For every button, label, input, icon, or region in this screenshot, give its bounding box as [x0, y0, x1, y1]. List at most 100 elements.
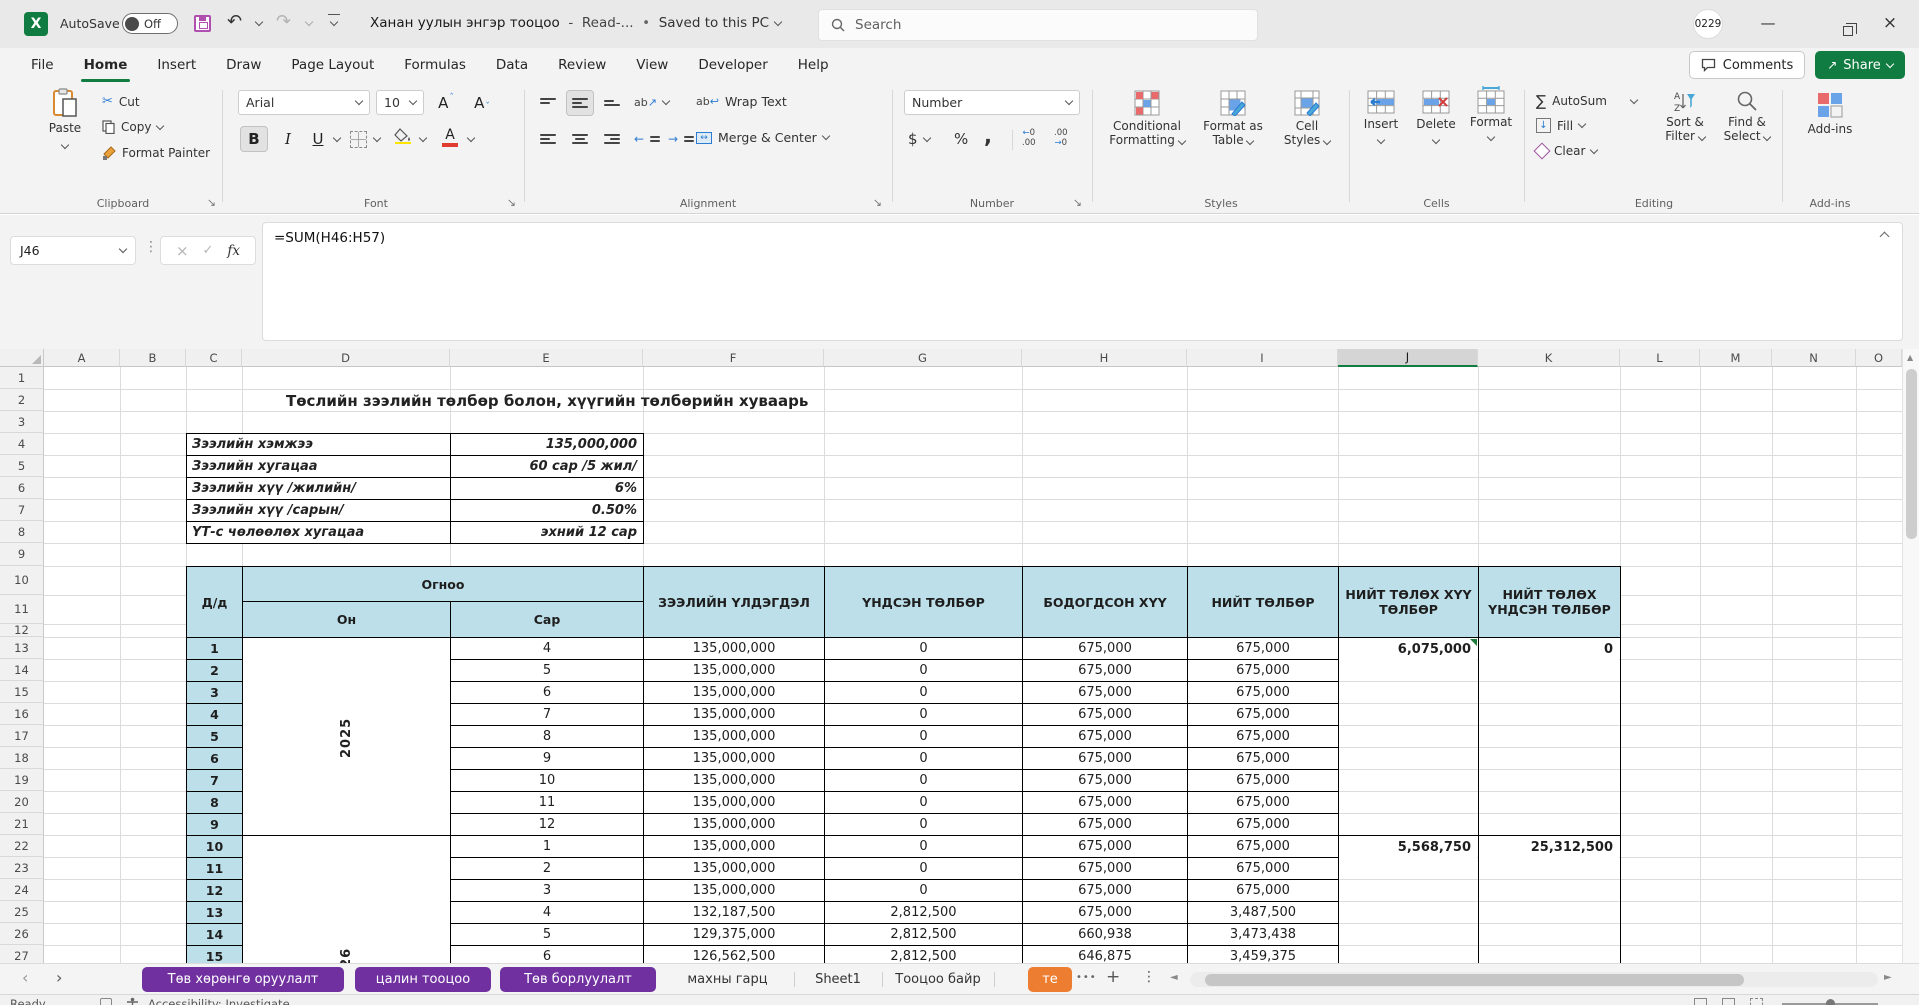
- cell-total[interactable]: 675,000: [1187, 637, 1339, 660]
- cell-balance[interactable]: 135,000,000: [643, 813, 825, 836]
- align-bottom-icon[interactable]: [598, 90, 626, 116]
- cell-principal[interactable]: 0: [824, 769, 1023, 792]
- find-select-button[interactable]: Find & Select: [1718, 90, 1776, 144]
- vertical-scrollbar[interactable]: ▲: [1902, 349, 1919, 963]
- cell-month[interactable]: 1: [450, 835, 644, 858]
- cell-year-principal[interactable]: 25,312,500: [1479, 836, 1619, 858]
- row-header-1[interactable]: 1: [0, 367, 44, 389]
- cell-num[interactable]: 12: [186, 879, 243, 902]
- ribbon-tab-page-layout[interactable]: Page Layout: [276, 48, 389, 82]
- avatar[interactable]: 0229: [1693, 9, 1723, 39]
- decrease-indent-icon[interactable]: ←: [634, 132, 660, 146]
- cell-principal[interactable]: 0: [824, 791, 1023, 814]
- hscroll-right-icon[interactable]: ►: [1884, 972, 1892, 983]
- row-header-4[interactable]: 4: [0, 433, 44, 455]
- cell-total[interactable]: 675,000: [1187, 725, 1339, 748]
- cell-balance[interactable]: 129,375,000: [643, 923, 825, 946]
- increase-font-button[interactable]: Aˆ: [432, 90, 460, 116]
- cell-interest[interactable]: 675,000: [1022, 703, 1188, 726]
- alignment-dialog-launcher-icon[interactable]: ↘: [873, 198, 882, 208]
- header-total-interest[interactable]: НИЙТ ТӨЛӨХ ХҮҮ ТӨЛБӨР: [1338, 566, 1479, 638]
- cell-num[interactable]: 5: [186, 725, 243, 748]
- cell-num[interactable]: 13: [186, 901, 243, 924]
- underline-button[interactable]: U: [304, 126, 332, 152]
- hscroll-left-icon[interactable]: ◄: [1170, 972, 1178, 983]
- decrease-decimal-icon[interactable]: .00→0: [1054, 128, 1068, 148]
- header-total[interactable]: НИЙТ ТӨЛБӨР: [1187, 566, 1339, 638]
- cell-month[interactable]: 3: [450, 879, 644, 902]
- row-header-25[interactable]: 25: [0, 901, 44, 923]
- row-header-24[interactable]: 24: [0, 879, 44, 901]
- cell-interest[interactable]: 675,000: [1022, 879, 1188, 902]
- cell-principal[interactable]: 0: [824, 835, 1023, 858]
- header-num[interactable]: Д/д: [186, 566, 243, 638]
- sort-filter-button[interactable]: AZ Sort & Filter: [1656, 90, 1714, 144]
- cell-month[interactable]: 7: [450, 703, 644, 726]
- cell-principal[interactable]: 0: [824, 637, 1023, 660]
- cell-year-block[interactable]: 2025: [242, 637, 451, 836]
- row-header-15[interactable]: 15: [0, 681, 44, 703]
- cell-principal[interactable]: 2,812,500: [824, 945, 1023, 963]
- column-header-O[interactable]: O: [1856, 349, 1902, 367]
- addins-button[interactable]: Add-ins: [1802, 92, 1858, 137]
- insert-function-icon[interactable]: fx: [227, 243, 240, 259]
- cell-month[interactable]: 2: [450, 857, 644, 880]
- row-header-6[interactable]: 6: [0, 477, 44, 499]
- cell-total[interactable]: 675,000: [1187, 879, 1339, 902]
- cell-total[interactable]: 3,459,375: [1187, 945, 1339, 963]
- cell-styles-button[interactable]: Cell Styles: [1276, 90, 1338, 148]
- insert-cells-button[interactable]: Insert: [1355, 90, 1407, 143]
- more-sheets-icon[interactable]: •••: [1076, 972, 1097, 983]
- column-header-J[interactable]: J: [1338, 349, 1478, 367]
- header-balance[interactable]: ЗЭЭЛИЙН ҮЛДЭГДЭЛ: [643, 566, 825, 638]
- column-header-N[interactable]: N: [1772, 349, 1856, 367]
- column-header-M[interactable]: M: [1700, 349, 1772, 367]
- cell-interest[interactable]: 675,000: [1022, 637, 1188, 660]
- header-date[interactable]: Огноо: [242, 566, 644, 602]
- row-header-17[interactable]: 17: [0, 725, 44, 747]
- column-header-B[interactable]: B: [120, 349, 186, 367]
- ribbon-tab-data[interactable]: Data: [481, 48, 543, 82]
- row-header-26[interactable]: 26: [0, 923, 44, 945]
- param-label[interactable]: Зээлийн хүү /жилийн/: [186, 477, 451, 500]
- cell-total[interactable]: 675,000: [1187, 835, 1339, 858]
- cell-month[interactable]: 6: [450, 681, 644, 704]
- cell-principal[interactable]: 0: [824, 681, 1023, 704]
- font-size-select[interactable]: 10: [376, 90, 424, 115]
- cell-year-block[interactable]: 2026: [242, 835, 451, 963]
- cell-balance[interactable]: 135,000,000: [643, 791, 825, 814]
- cell-interest[interactable]: 675,000: [1022, 659, 1188, 682]
- sheet-nav-prev-icon[interactable]: ‹: [22, 968, 28, 987]
- horizontal-scrollbar-track[interactable]: [1190, 972, 1878, 987]
- cell-balance[interactable]: 126,562,500: [643, 945, 825, 963]
- row-header-21[interactable]: 21: [0, 813, 44, 835]
- horizontal-scrollbar-thumb[interactable]: [1205, 974, 1744, 986]
- cell-year-principal[interactable]: 0: [1479, 638, 1619, 660]
- align-top-icon[interactable]: [534, 90, 562, 116]
- wrap-text-button[interactable]: ab↩Wrap Text: [696, 94, 787, 109]
- row-header-14[interactable]: 14: [0, 659, 44, 681]
- conditional-formatting-button[interactable]: Conditional Formatting: [1104, 90, 1190, 148]
- row-header-27[interactable]: 27: [0, 945, 44, 963]
- cell-total[interactable]: 675,000: [1187, 857, 1339, 880]
- zoom-slider-knob[interactable]: [1826, 999, 1835, 1005]
- formula-bar-grip-icon[interactable]: ⋮: [144, 239, 158, 255]
- page-break-view-icon[interactable]: [1750, 998, 1763, 1005]
- borders-icon[interactable]: [350, 131, 367, 148]
- cell-interest[interactable]: 675,000: [1022, 901, 1188, 924]
- select-all-corner[interactable]: [0, 349, 44, 367]
- ribbon-tab-help[interactable]: Help: [783, 48, 844, 82]
- ribbon-tab-developer[interactable]: Developer: [683, 48, 782, 82]
- cell-interest[interactable]: 675,000: [1022, 791, 1188, 814]
- autosum-button[interactable]: ∑AutoSum: [1536, 92, 1637, 110]
- cell-principal[interactable]: 0: [824, 747, 1023, 770]
- orientation-button[interactable]: ab↗: [634, 96, 669, 109]
- row-header-11[interactable]: 11: [0, 595, 44, 624]
- clear-button[interactable]: Clear: [1536, 144, 1597, 158]
- formula-input[interactable]: =SUM(H46:H57): [262, 222, 1903, 341]
- row-header-23[interactable]: 23: [0, 857, 44, 879]
- font-dialog-launcher-icon[interactable]: ↘: [507, 198, 516, 208]
- cell-month[interactable]: 12: [450, 813, 644, 836]
- comments-button[interactable]: Comments: [1689, 51, 1805, 79]
- accounting-format-button[interactable]: $: [908, 130, 930, 148]
